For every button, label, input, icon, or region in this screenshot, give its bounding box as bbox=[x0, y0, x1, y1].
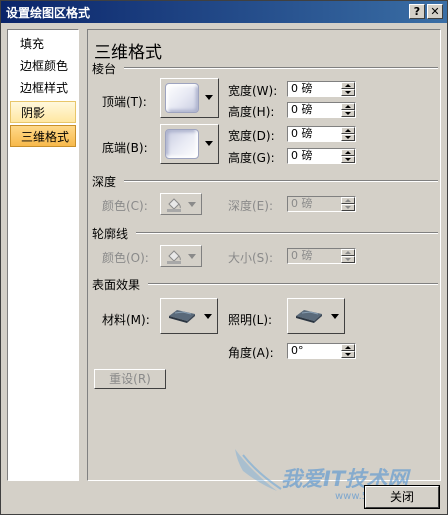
angle-label: 角度(A): bbox=[228, 346, 274, 360]
depth-color-label: 颜色(C): bbox=[102, 199, 148, 213]
top-width-label: 宽度(W): bbox=[228, 84, 278, 98]
depth-spinner[interactable]: 0 磅 bbox=[287, 196, 356, 212]
chevron-down-icon bbox=[188, 202, 196, 207]
bevel-divider bbox=[124, 67, 438, 69]
sidebar-item-fill[interactable]: 填充 bbox=[10, 33, 76, 55]
bottom-width-label: 宽度(D): bbox=[228, 129, 275, 143]
top-height-spinner[interactable]: 0 磅 bbox=[287, 102, 356, 118]
angle-spinner[interactable]: 0° bbox=[287, 343, 356, 359]
bevel-top-picker[interactable] bbox=[160, 78, 219, 118]
depth-divider bbox=[124, 180, 438, 182]
paint-bucket-icon bbox=[167, 250, 181, 264]
top-height-value: 0 磅 bbox=[291, 103, 313, 116]
paint-bucket-icon bbox=[167, 198, 181, 212]
spin-down-icon[interactable] bbox=[341, 204, 355, 211]
spin-down-icon[interactable] bbox=[341, 134, 355, 141]
contour-size-label: 大小(S): bbox=[228, 251, 274, 265]
bevel-section-label: 棱台 bbox=[92, 62, 117, 76]
top-width-value: 0 磅 bbox=[291, 82, 313, 95]
chevron-down-icon bbox=[188, 254, 196, 259]
format-plot-area-dialog: 设置绘图区格式 ? ✕ 填充 边框颜色 边框样式 阴影 三维格式 三维格式 棱台… bbox=[0, 0, 448, 515]
bevel-top-swatch bbox=[165, 83, 199, 113]
angle-value: 0° bbox=[291, 344, 304, 357]
material-label: 材料(M): bbox=[102, 313, 150, 327]
spin-down-icon[interactable] bbox=[341, 156, 355, 163]
close-button[interactable]: 关闭 bbox=[364, 485, 440, 509]
spin-up-icon[interactable] bbox=[341, 127, 355, 134]
sidebar-item-border-color[interactable]: 边框颜色 bbox=[10, 55, 76, 77]
surface-section-label: 表面效果 bbox=[92, 278, 141, 292]
settings-panel: 三维格式 棱台 顶端(T): 宽度(W): 0 磅 高度(H): 0 磅 底端(… bbox=[87, 29, 441, 481]
chevron-down-icon bbox=[204, 314, 212, 319]
lighting-preview-icon bbox=[296, 310, 322, 323]
reset-button[interactable]: 重设(R) bbox=[94, 369, 166, 389]
bevel-top-label: 顶端(T): bbox=[102, 95, 147, 109]
chevron-down-icon bbox=[205, 95, 213, 100]
depth-color-picker[interactable] bbox=[160, 193, 202, 215]
spin-up-icon[interactable] bbox=[341, 344, 355, 351]
material-picker[interactable] bbox=[160, 298, 218, 334]
spin-down-icon[interactable] bbox=[341, 351, 355, 358]
bottom-width-value: 0 磅 bbox=[291, 127, 313, 140]
spin-up-icon[interactable] bbox=[341, 103, 355, 110]
spin-up-icon[interactable] bbox=[341, 249, 355, 256]
bevel-bottom-label: 底端(B): bbox=[102, 141, 148, 155]
lighting-label: 照明(L): bbox=[228, 313, 273, 327]
contour-color-label: 颜色(O): bbox=[102, 251, 149, 265]
contour-color-picker[interactable] bbox=[160, 245, 202, 267]
sidebar-item-shadow[interactable]: 阴影 bbox=[10, 101, 76, 123]
spin-down-icon[interactable] bbox=[341, 256, 355, 263]
chevron-down-icon bbox=[205, 141, 213, 146]
spin-up-icon[interactable] bbox=[341, 149, 355, 156]
bottom-width-spinner[interactable]: 0 磅 bbox=[287, 126, 356, 142]
window-title: 设置绘图区格式 bbox=[6, 6, 91, 20]
sidebar-item-3d-format[interactable]: 三维格式 bbox=[10, 125, 76, 147]
bottom-height-value: 0 磅 bbox=[291, 149, 313, 162]
depth-label: 深度(E): bbox=[228, 199, 273, 213]
bevel-bottom-picker[interactable] bbox=[160, 124, 219, 164]
contour-size-value: 0 磅 bbox=[291, 249, 313, 262]
chevron-down-icon bbox=[331, 314, 339, 319]
contour-size-spinner[interactable]: 0 磅 bbox=[287, 248, 356, 264]
window-close-button[interactable]: ✕ bbox=[427, 4, 443, 19]
category-sidebar: 填充 边框颜色 边框样式 阴影 三维格式 bbox=[7, 29, 79, 481]
top-width-spinner[interactable]: 0 磅 bbox=[287, 81, 356, 97]
title-bar: 设置绘图区格式 ? ✕ bbox=[1, 1, 447, 23]
spin-up-icon[interactable] bbox=[341, 82, 355, 89]
help-button[interactable]: ? bbox=[409, 4, 425, 19]
depth-value: 0 磅 bbox=[291, 197, 313, 210]
bottom-height-spinner[interactable]: 0 磅 bbox=[287, 148, 356, 164]
spin-down-icon[interactable] bbox=[341, 110, 355, 117]
bottom-height-label: 高度(G): bbox=[228, 151, 275, 165]
lighting-picker[interactable] bbox=[287, 298, 345, 334]
top-height-label: 高度(H): bbox=[228, 105, 275, 119]
contour-section-label: 轮廓线 bbox=[92, 227, 129, 241]
spin-up-icon[interactable] bbox=[341, 197, 355, 204]
contour-divider bbox=[136, 232, 438, 234]
bevel-bottom-swatch bbox=[165, 129, 199, 159]
material-preview-icon bbox=[169, 310, 195, 323]
depth-section-label: 深度 bbox=[92, 175, 117, 189]
sidebar-item-border-style[interactable]: 边框样式 bbox=[10, 77, 76, 99]
surface-divider bbox=[148, 283, 438, 285]
spin-down-icon[interactable] bbox=[341, 89, 355, 96]
